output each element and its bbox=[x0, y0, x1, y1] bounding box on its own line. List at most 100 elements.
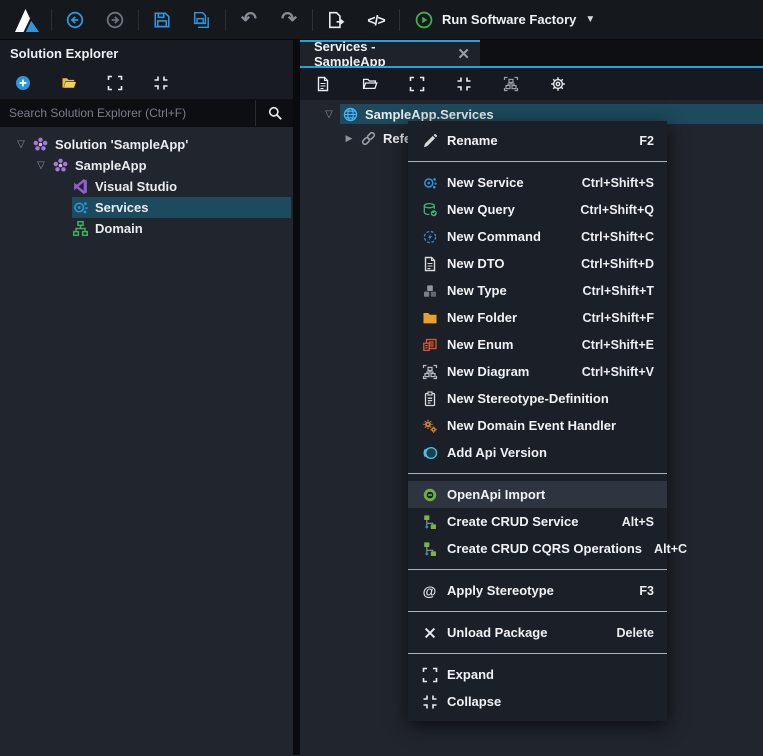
menu-item-add-api-version[interactable]: Add Api Version bbox=[408, 439, 667, 466]
tree-item-solution[interactable]: ▽ Solution 'SampleApp' bbox=[0, 134, 293, 155]
toolbar-separator bbox=[399, 9, 400, 31]
save-button[interactable] bbox=[142, 4, 182, 36]
clipboard-icon bbox=[421, 390, 438, 407]
menu-divider bbox=[408, 161, 667, 162]
menu-divider bbox=[408, 473, 667, 474]
expand-all-button[interactable] bbox=[407, 74, 427, 94]
chevron-down-icon: ▼ bbox=[585, 14, 595, 25]
caret-expanded-icon[interactable]: ▽ bbox=[318, 109, 340, 120]
tab-services-sampleapp[interactable]: Services - SampleApp ✕ bbox=[300, 40, 480, 66]
search-button[interactable] bbox=[255, 100, 293, 126]
search-icon bbox=[267, 105, 283, 121]
crud-icon bbox=[421, 513, 438, 530]
at-sign-icon: @ bbox=[421, 582, 438, 599]
domain-icon bbox=[72, 220, 89, 237]
collapse-icon bbox=[421, 693, 438, 710]
view-code-button[interactable]: </> bbox=[356, 4, 396, 36]
tab-close-icon[interactable]: ✕ bbox=[457, 47, 470, 62]
application-icon bbox=[52, 157, 69, 174]
command-icon bbox=[421, 228, 438, 245]
type-blocks-icon bbox=[421, 282, 438, 299]
intent-architect-logo-icon bbox=[13, 7, 41, 33]
tree-item-services[interactable]: Services bbox=[0, 197, 293, 218]
new-document-button[interactable] bbox=[313, 74, 333, 94]
menu-item-collapse[interactable]: Collapse bbox=[408, 688, 667, 715]
code-icon: </> bbox=[367, 12, 384, 28]
menu-item-create-crud-service[interactable]: Create CRUD Service Alt+S bbox=[408, 508, 667, 535]
tree-item-label: Refe bbox=[383, 131, 411, 146]
menu-item-new-type[interactable]: New Type Ctrl+Shift+T bbox=[408, 277, 667, 304]
run-software-factory-button[interactable]: Run Software Factory ▼ bbox=[403, 4, 607, 36]
open-folder-button[interactable] bbox=[59, 73, 79, 93]
tree-item-sampleapp[interactable]: ▽ SampleApp bbox=[0, 155, 293, 176]
open-folder-button[interactable] bbox=[360, 74, 380, 94]
search-input[interactable] bbox=[0, 100, 255, 126]
menu-item-apply-stereotype[interactable]: @ Apply Stereotype F3 bbox=[408, 577, 667, 604]
menu-item-new-service[interactable]: New Service Ctrl+Shift+S bbox=[408, 169, 667, 196]
diagram-button[interactable] bbox=[501, 74, 521, 94]
menu-item-unload-package[interactable]: Unload Package Delete bbox=[408, 619, 667, 646]
expand-all-button[interactable] bbox=[105, 73, 125, 93]
collapse-all-button[interactable] bbox=[151, 73, 171, 93]
back-button[interactable] bbox=[55, 4, 95, 36]
expand-icon bbox=[409, 76, 425, 92]
toolbar-separator bbox=[312, 9, 313, 31]
menu-item-new-query[interactable]: New Query Ctrl+Shift+Q bbox=[408, 196, 667, 223]
solution-explorer-toolbar bbox=[0, 67, 293, 100]
menu-item-create-crud-cqrs-operations[interactable]: Create CRUD CQRS Operations Alt+C bbox=[408, 535, 667, 562]
collapse-all-button[interactable] bbox=[454, 74, 474, 94]
menu-item-new-folder[interactable]: New Folder Ctrl+Shift+F bbox=[408, 304, 667, 331]
menu-item-new-domain-event-handler[interactable]: New Domain Event Handler bbox=[408, 412, 667, 439]
export-document-icon bbox=[327, 11, 345, 29]
add-plus-icon bbox=[15, 75, 31, 91]
play-icon bbox=[415, 11, 433, 29]
forward-arrow-icon bbox=[106, 11, 124, 29]
openapi-icon bbox=[421, 486, 438, 503]
caret-expanded-icon[interactable]: ▽ bbox=[10, 139, 32, 150]
settings-button[interactable] bbox=[548, 74, 568, 94]
solution-explorer-header: Solution Explorer bbox=[0, 40, 293, 67]
solution-tree: ▽ Solution 'SampleApp' ▽ SampleApp Visua… bbox=[0, 127, 293, 755]
menu-item-new-stereotype-definition[interactable]: New Stereotype-Definition bbox=[408, 385, 667, 412]
export-document-button[interactable] bbox=[316, 4, 356, 36]
redo-button[interactable]: ↷ bbox=[269, 4, 309, 36]
selected-row-highlight: Services bbox=[72, 197, 291, 218]
dto-document-icon bbox=[421, 255, 438, 272]
menu-item-new-command[interactable]: New Command Ctrl+Shift+C bbox=[408, 223, 667, 250]
save-all-icon bbox=[193, 11, 211, 29]
tree-item-domain[interactable]: Domain bbox=[0, 218, 293, 239]
forward-button[interactable] bbox=[95, 4, 135, 36]
add-button[interactable] bbox=[13, 73, 33, 93]
undo-button[interactable]: ↶ bbox=[229, 4, 269, 36]
toolbar-separator bbox=[138, 9, 139, 31]
diagram-icon bbox=[503, 76, 519, 92]
designer-toolbar bbox=[300, 68, 763, 100]
tree-item-visual-studio[interactable]: Visual Studio bbox=[0, 176, 293, 197]
tree-item-label: Domain bbox=[95, 221, 143, 236]
settings-gear-icon bbox=[550, 76, 566, 92]
services-icon bbox=[72, 199, 89, 216]
save-all-button[interactable] bbox=[182, 4, 222, 36]
menu-divider bbox=[408, 611, 667, 612]
menu-item-expand[interactable]: Expand bbox=[408, 661, 667, 688]
panel-splitter[interactable] bbox=[293, 40, 300, 755]
context-menu: Rename F2 New Service Ctrl+Shift+S New Q… bbox=[408, 121, 667, 721]
query-icon bbox=[421, 201, 438, 218]
caret-expanded-icon[interactable]: ▽ bbox=[30, 160, 52, 171]
open-folder-icon bbox=[362, 76, 378, 92]
menu-item-new-diagram[interactable]: New Diagram Ctrl+Shift+V bbox=[408, 358, 667, 385]
menu-item-openapi-import[interactable]: OpenApi Import bbox=[408, 481, 667, 508]
tree-item-label: Solution 'SampleApp' bbox=[55, 137, 188, 152]
collapse-icon bbox=[153, 75, 169, 91]
link-icon bbox=[360, 130, 377, 147]
open-folder-icon bbox=[61, 75, 77, 91]
menu-item-rename[interactable]: Rename F2 bbox=[408, 127, 667, 154]
save-icon bbox=[153, 11, 171, 29]
menu-divider bbox=[408, 569, 667, 570]
app-logo[interactable] bbox=[10, 5, 44, 35]
menu-item-new-dto[interactable]: New DTO Ctrl+Shift+D bbox=[408, 250, 667, 277]
tree-item-label: SampleApp.Services bbox=[365, 107, 494, 122]
caret-collapsed-icon[interactable]: ▶ bbox=[338, 133, 360, 144]
menu-item-new-enum[interactable]: New Enum Ctrl+Shift+E bbox=[408, 331, 667, 358]
expand-icon bbox=[421, 666, 438, 683]
